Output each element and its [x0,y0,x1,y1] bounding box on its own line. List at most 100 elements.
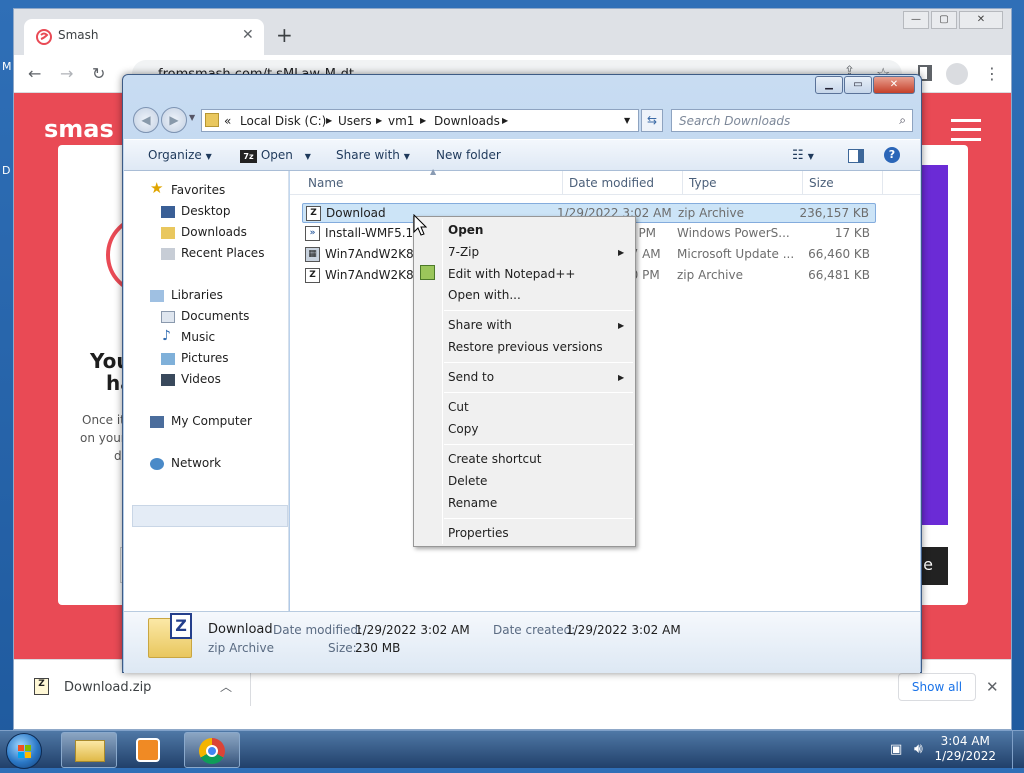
search-icon[interactable]: ⌕ [899,113,906,128]
back-icon[interactable]: ◀ [133,107,159,133]
close-download-bar-icon[interactable]: ✕ [986,678,999,696]
file-size: 236,157 KB [799,206,869,220]
explorer-caption-buttons: ▁ ▭ ✕ [814,76,915,94]
desktop-icon [161,206,175,218]
minimize-icon[interactable]: ▁ [815,76,843,94]
nav-my-computer[interactable]: My Computer [171,414,252,428]
file-size: 66,460 KB [808,247,870,261]
maximize-icon[interactable]: ▭ [844,76,872,94]
show-desktop-button[interactable] [1012,731,1024,769]
menu-item-create-shortcut[interactable]: Create shortcut [448,452,541,466]
download-file-name[interactable]: Download.zip [64,680,151,695]
browser-tab[interactable]: Smash ✕ [24,19,264,55]
column-size[interactable]: Size [809,176,834,190]
nav-libraries[interactable]: Libraries [171,288,223,302]
details-date-modified: 1/29/2022 3:02 AM [355,623,470,637]
nav-network[interactable]: Network [171,456,221,470]
refresh-icon[interactable]: ⇆ [641,109,663,132]
nav-music[interactable]: Music [181,330,215,344]
smash-logo-icon [36,29,52,45]
music-icon: ♪ [162,328,171,344]
menu-item-properties[interactable]: Properties [448,526,509,540]
menu-item-rename[interactable]: Rename [448,496,497,510]
column-separator[interactable] [882,171,883,195]
menu-item-7zip[interactable]: 7-Zip [448,245,479,259]
menu-item-cut[interactable]: Cut [448,400,469,414]
close-icon[interactable]: ✕ [873,76,915,94]
close-tab-icon[interactable]: ✕ [242,27,254,43]
menu-item-copy[interactable]: Copy [448,422,478,436]
address-dropdown-icon[interactable]: ▼ [624,116,630,125]
menu-item-share-with[interactable]: Share with [448,318,512,332]
breadcrumb-users[interactable]: Users [338,114,372,128]
forward-icon[interactable]: → [60,64,73,83]
column-separator[interactable] [802,171,803,195]
chevron-up-icon[interactable]: ︿ [220,678,232,695]
breadcrumb-arrow-icon[interactable]: ▶ [420,116,426,125]
network-tray-icon[interactable]: ▣ [890,742,902,757]
nav-documents[interactable]: Documents [181,309,249,323]
view-options-icon[interactable]: ☷ ▼ [792,148,814,163]
column-name[interactable]: Name [308,176,343,190]
back-icon[interactable]: ← [28,64,41,83]
menu-item-open-with[interactable]: Open with... [448,288,521,302]
address-breadcrumb[interactable]: « Local Disk (C:) ▶ Users ▶ vm1 ▶ Downlo… [201,109,639,132]
breadcrumb-downloads[interactable]: Downloads [434,114,500,128]
menu-item-edit-notepad[interactable]: Edit with Notepad++ [448,267,575,281]
recent-pages-chevron-icon[interactable]: ▼ [189,113,195,122]
taskbar-explorer-button[interactable] [61,732,117,768]
body-fragment-1: Once it [82,413,125,427]
details-date-created: 1/29/2022 3:02 AM [566,623,681,637]
start-button[interactable] [6,733,42,769]
minimize-icon[interactable]: — [903,11,929,29]
new-folder-button[interactable]: New folder [436,148,501,162]
organize-button[interactable]: Organize ▼ [148,148,212,162]
submenu-arrow-icon: ▶ [618,321,625,330]
nav-favorites[interactable]: Favorites [171,183,225,197]
nav-desktop[interactable]: Desktop [181,204,231,218]
folder-icon [75,740,105,762]
menu-dots-icon[interactable]: ⋮ [984,64,1000,83]
forward-icon[interactable]: ▶ [161,107,187,133]
breadcrumb-arrow-icon[interactable]: ▶ [502,116,508,125]
preview-pane-icon[interactable] [848,149,864,163]
close-icon[interactable]: ✕ [959,11,1003,29]
menu-item-send-to[interactable]: Send to [448,370,494,384]
breadcrumb-vm1[interactable]: vm1 [388,114,414,128]
breadcrumb-arrow-icon[interactable]: ▶ [326,116,332,125]
breadcrumb-local-disk[interactable]: Local Disk (C:) [240,114,326,128]
maximize-icon[interactable]: ▢ [931,11,957,29]
taskbar-chrome-button[interactable] [184,732,240,768]
profile-avatar-icon[interactable] [946,63,968,85]
nav-selection-highlight [132,505,288,527]
breadcrumb-arrow-icon[interactable]: ▶ [376,116,382,125]
volume-icon[interactable]: 🔊︎ [914,741,923,757]
column-type[interactable]: Type [689,176,717,190]
computer-icon [150,416,164,428]
nav-recent-places[interactable]: Recent Places [181,246,264,260]
show-all-button[interactable]: Show all [898,673,976,701]
seven-zip-icon: 7z [240,150,257,163]
column-date-modified[interactable]: Date modified [569,176,654,190]
nav-downloads[interactable]: Downloads [181,225,247,239]
share-with-button[interactable]: Share with ▼ [336,148,410,162]
column-separator[interactable] [562,171,563,195]
taskbar: ▣ 🔊︎ 3:04 AM 1/29/2022 [0,730,1024,769]
menu-item-open[interactable]: Open [448,223,483,237]
menu-item-delete[interactable]: Delete [448,474,487,488]
hamburger-menu-icon[interactable] [951,119,981,141]
breadcrumb-overflow-icon[interactable]: « [224,114,231,128]
details-name: Download [208,622,273,637]
nav-pictures[interactable]: Pictures [181,351,229,365]
search-input[interactable]: Search Downloads ⌕ [671,109,913,132]
column-separator[interactable] [682,171,683,195]
nav-videos[interactable]: Videos [181,372,221,386]
menu-item-restore-previous[interactable]: Restore previous versions [448,340,603,354]
file-size: 17 KB [834,226,870,240]
plus-icon[interactable]: + [276,23,293,47]
open-button[interactable]: 7z Open ▼ [240,148,311,163]
reload-icon[interactable]: ↻ [92,64,105,83]
clock[interactable]: 3:04 AM 1/29/2022 [934,734,996,764]
help-icon[interactable]: ? [884,147,900,163]
taskbar-media-player-button[interactable] [124,732,176,768]
